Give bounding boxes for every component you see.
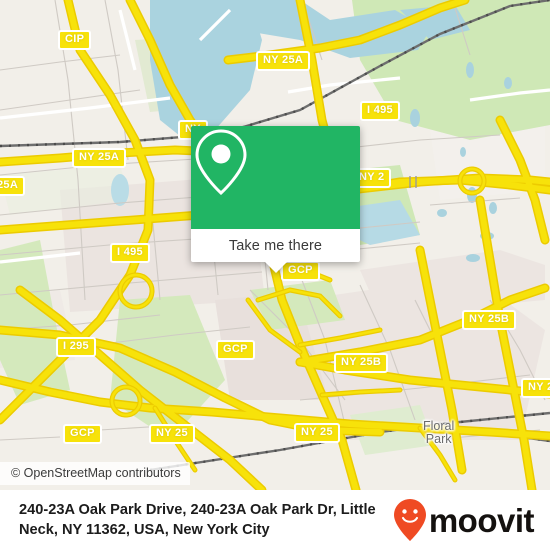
map-pin-icon bbox=[195, 129, 247, 196]
road-shield: GCP bbox=[63, 424, 102, 444]
map-attribution[interactable]: © OpenStreetMap contributors bbox=[0, 462, 190, 485]
footer-bar: 240-23A Oak Park Drive, 240-23A Oak Park… bbox=[0, 490, 550, 550]
road-shield: I 495 bbox=[360, 101, 400, 121]
road-shield: GCP bbox=[281, 261, 320, 281]
road-shield: I 295 bbox=[56, 337, 96, 357]
moovit-logo[interactable]: moovit bbox=[393, 498, 550, 542]
road-shield: I 495 bbox=[110, 243, 150, 263]
take-me-there-label: Take me there bbox=[228, 237, 323, 254]
road-shield: 25A bbox=[0, 176, 26, 196]
location-popup-card[interactable]: Take me there bbox=[191, 126, 360, 273]
popup-header bbox=[191, 126, 360, 229]
map-canvas[interactable]: CIPNY 25AI 495NY 25A25ANYNY 2I 495GCPNY … bbox=[0, 0, 550, 490]
moovit-wordmark: moovit bbox=[428, 501, 535, 539]
place-label: Floral Park bbox=[423, 419, 455, 446]
road-shield: NY 25B bbox=[334, 353, 389, 373]
road-shield: NY 25A bbox=[256, 51, 311, 71]
popup-footer[interactable]: Take me there bbox=[191, 229, 360, 273]
road-shield: NY 25 bbox=[294, 423, 340, 443]
road-shield: NY 25 bbox=[149, 424, 195, 444]
moovit-pin-smiley-icon bbox=[393, 499, 426, 541]
road-shield: NY 2 bbox=[521, 378, 550, 398]
road-shield: GCP bbox=[216, 340, 255, 360]
popup-tail-arrow bbox=[264, 262, 287, 273]
road-shield: CIP bbox=[58, 30, 92, 50]
address-label: 240-23A Oak Park Drive, 240-23A Oak Park… bbox=[19, 502, 376, 538]
road-shield: NY 25B bbox=[462, 310, 517, 330]
map-screenshot: CIPNY 25AI 495NY 25A25ANYNY 2I 495GCPNY … bbox=[0, 0, 550, 550]
road-shield: NY 25A bbox=[72, 148, 127, 168]
